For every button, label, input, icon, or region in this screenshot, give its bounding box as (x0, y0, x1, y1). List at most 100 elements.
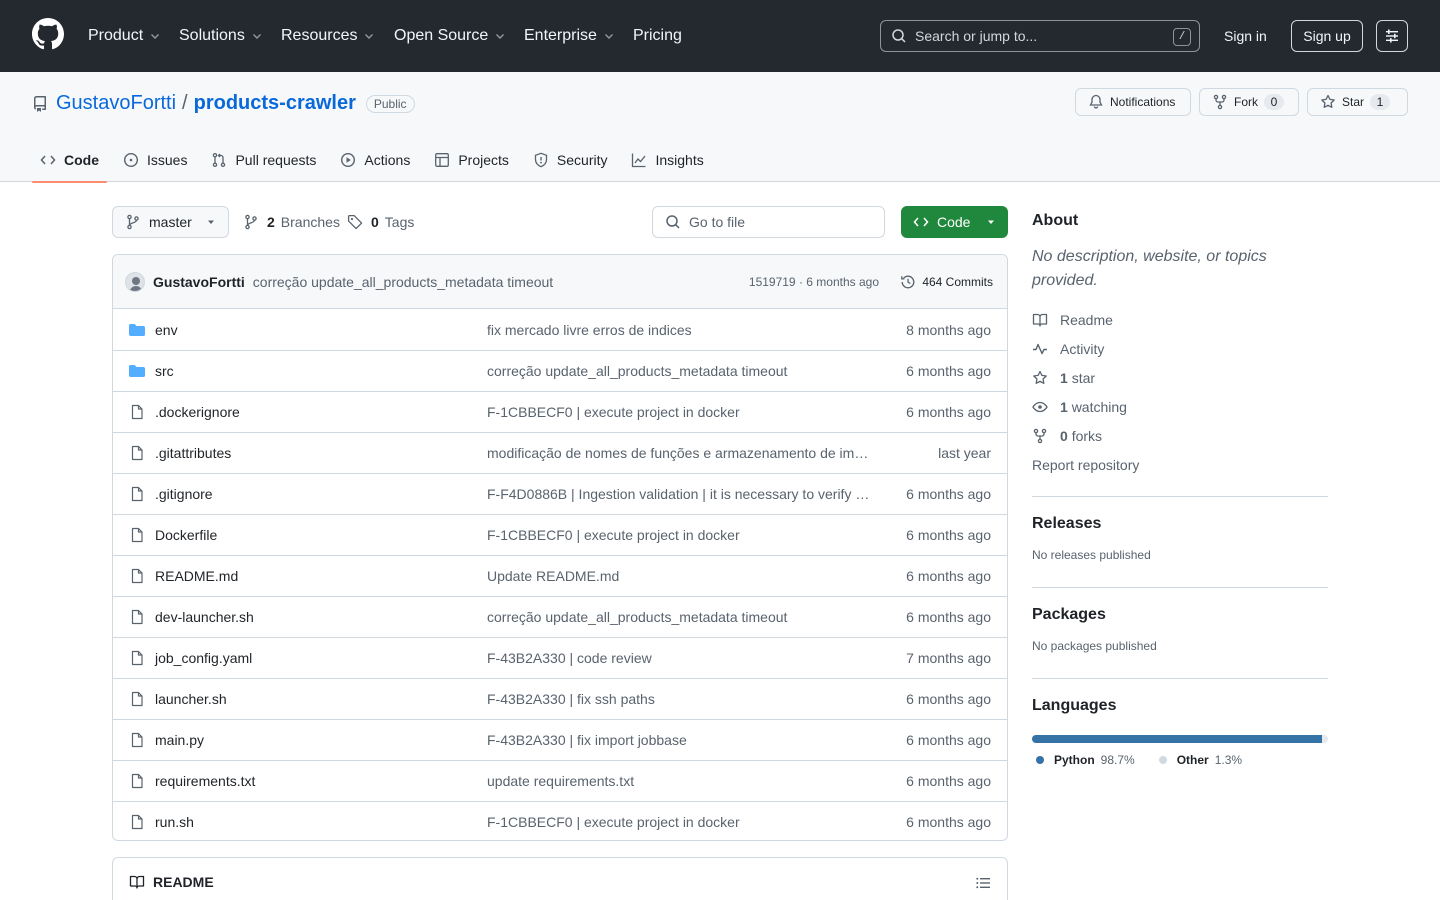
file-commit-message[interactable]: F-1CBBECF0 | execute project in docker (487, 527, 871, 543)
nav-product[interactable]: Product (88, 24, 161, 48)
file-name-link[interactable]: launcher.sh (155, 691, 227, 707)
history-icon (901, 275, 915, 288)
list-unordered-icon[interactable] (975, 875, 991, 891)
commit-hash-time[interactable]: 1519719 · 6 months ago (749, 275, 879, 289)
menu-button[interactable] (1376, 20, 1408, 52)
go-to-file-input[interactable]: Go to file (652, 206, 885, 238)
file-commit-message[interactable]: modificação de nomes de funções e armaze… (487, 445, 871, 461)
stars-link[interactable]: 1 star (1032, 363, 1328, 392)
tab-projects[interactable]: Projects (426, 138, 517, 182)
file-name-link[interactable]: src (155, 363, 174, 379)
file-commit-message[interactable]: F-43B2A330 | code review (487, 650, 871, 666)
avatar-image (126, 272, 144, 291)
book-icon (129, 875, 145, 889)
nav-solutions[interactable]: Solutions (179, 24, 263, 48)
report-repository-link[interactable]: Report repository (1032, 450, 1328, 479)
file-commit-message[interactable]: Update README.md (487, 568, 871, 584)
file-name-link[interactable]: requirements.txt (155, 773, 255, 789)
file-name-link[interactable]: Dockerfile (155, 527, 217, 543)
branches-link[interactable]: 2 Branches (243, 206, 340, 238)
watching-link[interactable]: 1 watching (1032, 392, 1328, 421)
file-name-link[interactable]: job_config.yaml (155, 650, 252, 666)
activity-link-label: Activity (1060, 340, 1105, 357)
star-button[interactable]: Star 1 (1307, 88, 1408, 116)
repo-name-link[interactable]: products-crawler (194, 92, 356, 115)
file-commit-date: 6 months ago (906, 691, 991, 707)
file-commit-message[interactable]: fix mercado livre erros de indices (487, 322, 871, 338)
github-logo-icon[interactable] (32, 18, 64, 50)
file-commit-message[interactable]: correção update_all_products_metadata ti… (487, 609, 871, 625)
tab-issues[interactable]: Issues (115, 138, 195, 182)
sidebar-divider (1032, 678, 1328, 679)
readme-link[interactable]: Readme (1032, 305, 1328, 334)
tab-actions[interactable]: Actions (332, 138, 418, 182)
commit-author[interactable]: GustavoFortti (153, 274, 245, 290)
nav-open-source[interactable]: Open Source (394, 24, 506, 48)
language-item[interactable]: Other 1.3% (1158, 753, 1242, 767)
packages-title[interactable]: Packages (1032, 606, 1328, 624)
repo-owner-link[interactable]: GustavoFortti (56, 92, 176, 115)
latest-commit-bar: GustavoFortti correção update_all_produc… (113, 255, 1007, 309)
file-icon (131, 527, 143, 543)
tab-security[interactable]: Security (525, 138, 616, 182)
nav-enterprise-label: Enterprise (524, 27, 597, 44)
file-commit-message[interactable]: F-F4D0886B | Ingestion validation | it i… (487, 486, 871, 502)
search-icon (892, 29, 906, 43)
global-search-input[interactable]: Search or jump to... / (880, 20, 1200, 52)
file-commit-message[interactable]: update requirements.txt (487, 773, 871, 789)
caret-down-icon (208, 220, 214, 224)
file-commit-message[interactable]: F-43B2A330 | fix import jobbase (487, 732, 871, 748)
star-label: Star (1342, 95, 1365, 109)
file-name-link[interactable]: .dockerignore (155, 404, 240, 420)
releases-title[interactable]: Releases (1032, 515, 1328, 533)
file-name-link[interactable]: .gitattributes (155, 445, 231, 461)
tab-code[interactable]: Code (32, 138, 107, 183)
folder-icon (129, 323, 145, 336)
file-row: env fix mercado livre erros de indices 8 m… (113, 309, 1007, 350)
file-name-link[interactable]: README.md (155, 568, 238, 584)
language-legend: Python 98.7% Other 1.3% (1036, 753, 1242, 767)
chevron-down-icon (604, 34, 613, 39)
sign-in-link[interactable]: Sign in (1214, 20, 1277, 52)
notifications-button[interactable]: Notifications (1075, 88, 1191, 116)
branch-selector[interactable]: master (112, 206, 229, 238)
file-name-link[interactable]: run.sh (155, 814, 194, 830)
fork-button[interactable]: Fork 0 (1199, 88, 1299, 116)
tab-insights[interactable]: Insights (623, 138, 711, 182)
file-icon-wrap (129, 814, 145, 830)
caret-down-icon (988, 220, 994, 224)
nav-resources[interactable]: Resources (281, 24, 375, 48)
file-name-link[interactable]: dev-launcher.sh (155, 609, 254, 625)
chevron-down-icon (365, 34, 374, 39)
packages-empty-text: No packages published (1032, 639, 1157, 653)
tab-actions-label: Actions (364, 152, 411, 168)
about-title: About (1032, 212, 1079, 229)
tab-pull-requests[interactable]: Pull requests (203, 138, 324, 182)
code-dropdown-button[interactable]: Code (901, 206, 1008, 238)
commit-message[interactable]: correção update_all_products_metadata ti… (253, 274, 553, 290)
languages-section: Languages (1032, 697, 1328, 715)
file-commit-message[interactable]: F-1CBBECF0 | execute project in docker (487, 404, 871, 420)
nav-pricing[interactable]: Pricing (633, 24, 682, 48)
file-commit-message[interactable]: F-43B2A330 | fix ssh paths (487, 691, 871, 707)
language-bar-segment (1032, 735, 1323, 743)
activity-link[interactable]: Activity (1032, 334, 1328, 363)
nav-enterprise[interactable]: Enterprise (524, 24, 615, 48)
file-name-link[interactable]: env (155, 322, 178, 338)
commits-history-link[interactable]: 464 Commits (900, 274, 993, 290)
file-name-link[interactable]: .gitignore (155, 486, 213, 502)
file-name-link[interactable]: main.py (155, 732, 204, 748)
sliders-icon (1386, 29, 1398, 43)
language-item[interactable]: Python 98.7% (1036, 753, 1135, 767)
forks-link[interactable]: 0 forks (1032, 421, 1328, 450)
chevron-down-icon (252, 34, 261, 39)
avatar[interactable] (125, 271, 145, 292)
file-row: README.md Update README.md 6 months ago (113, 555, 1007, 596)
file-commit-date: 6 months ago (906, 486, 991, 502)
pull-request-icon (213, 152, 226, 168)
tags-link[interactable]: 0 Tags (347, 206, 414, 238)
sign-up-button[interactable]: Sign up (1291, 20, 1363, 52)
file-commit-message[interactable]: F-1CBBECF0 | execute project in docker (487, 814, 871, 830)
file-commit-message[interactable]: correção update_all_products_metadata ti… (487, 363, 871, 379)
file-row: requirements.txt update requirements.txt 6… (113, 760, 1007, 801)
